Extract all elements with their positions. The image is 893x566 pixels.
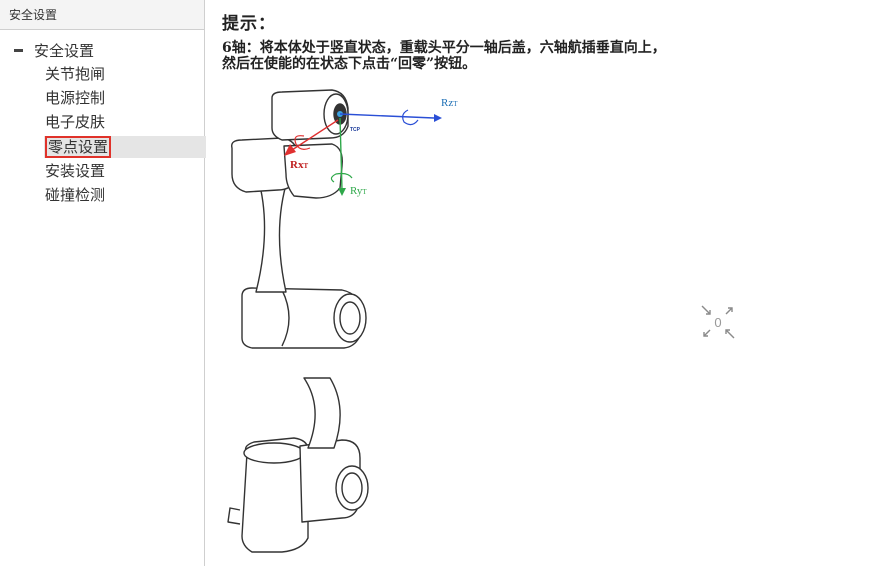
sidebar-item-power-control[interactable]: 电源控制 <box>45 87 105 109</box>
robot-lower-arm <box>303 377 341 449</box>
ry-subscript: T <box>362 188 367 196</box>
rz-axis-arrow <box>434 114 442 122</box>
sidebar-item-collision-detection[interactable]: 碰撞检测 <box>45 184 105 206</box>
zero-reset-button[interactable]: 0 <box>698 302 738 342</box>
rz-subscript: T <box>453 100 458 108</box>
sidebar-item-installation-setting[interactable]: 安装设置 <box>45 160 105 182</box>
sidebar-item-joint-brake[interactable]: 关节抱闸 <box>45 63 105 85</box>
ry-axis-arrow <box>338 188 346 196</box>
svg-text:RzT: RzT <box>441 97 458 109</box>
hint-text: 6轴：将本体处于竖直状态，重载头平分一轴后盖，六轴航插垂直向上， 然后在使能的在… <box>222 40 842 72</box>
robot-arm-illustration: RzT TCP RyT RxT <box>227 89 458 553</box>
robot-upper-arm <box>255 177 289 293</box>
robot-base-top <box>243 442 305 464</box>
ry-label: Ry <box>350 185 363 197</box>
zero-label: 0 <box>714 315 721 330</box>
settings-sidebar: 安全设置 安全设置 关节抱闸 电源控制 电子皮肤 零点设置 安装设置 碰撞检测 <box>0 0 206 566</box>
main-panel: 提示： 6轴：将本体处于竖直状态，重载头平分一轴后盖，六轴航插垂直向上， 然后在… <box>212 0 893 566</box>
svg-text:RyT: RyT <box>350 185 367 197</box>
tcp-label: TCP <box>350 127 361 133</box>
hint-line-2: 然后在使能的在状态下点击“回零”按钮。 <box>222 56 477 72</box>
rz-label: Rz <box>441 97 453 109</box>
rx-subscript: T <box>303 162 308 170</box>
rx-label: Rx <box>290 159 304 171</box>
zero-reset-icon: 0 <box>701 305 735 339</box>
tree-root-safety-settings[interactable]: 安全设置 <box>14 40 94 60</box>
rz-axis-line <box>339 113 435 119</box>
sidebar-item-zero-setting[interactable]: 零点设置 <box>44 136 206 158</box>
selected-item-highlight: 零点设置 <box>45 136 112 158</box>
tree-root-label: 安全设置 <box>34 41 95 60</box>
hint-title: 提示： <box>222 14 276 34</box>
sidebar-item-electronic-skin[interactable]: 电子皮肤 <box>45 111 105 133</box>
sidebar-header: 安全设置 <box>0 0 204 30</box>
hint-line-1: 6轴：将本体处于竖直状态，重载头平分一轴后盖，六轴航插垂直向上， <box>222 40 666 56</box>
collapse-icon[interactable] <box>14 48 23 52</box>
